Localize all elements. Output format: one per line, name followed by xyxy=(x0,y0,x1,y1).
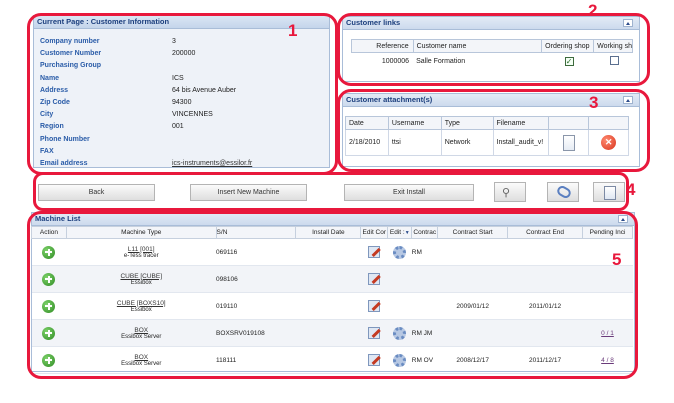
callout-number-3: 3 xyxy=(589,93,599,112)
glasses-button[interactable]: ⚲ xyxy=(494,182,526,202)
back-button[interactable]: Back xyxy=(38,184,155,201)
callout-ring-2 xyxy=(337,13,650,86)
document-icon xyxy=(604,186,616,200)
insert-new-machine-button[interactable]: Insert New Machine xyxy=(190,184,307,201)
callout-number-1: 1 xyxy=(288,21,298,40)
exit-install-button[interactable]: Exit Install xyxy=(344,184,474,201)
glasses-icon: ⚲ xyxy=(502,187,511,199)
callout-number-4: 4 xyxy=(626,180,636,199)
paperclip-icon xyxy=(555,184,573,200)
callout-ring-5 xyxy=(27,211,638,379)
attach-button[interactable] xyxy=(547,182,579,202)
callout-number-2: 2 xyxy=(588,1,598,20)
document-button[interactable] xyxy=(593,182,625,202)
callout-ring-3 xyxy=(337,89,650,172)
callout-number-5: 5 xyxy=(612,250,622,269)
